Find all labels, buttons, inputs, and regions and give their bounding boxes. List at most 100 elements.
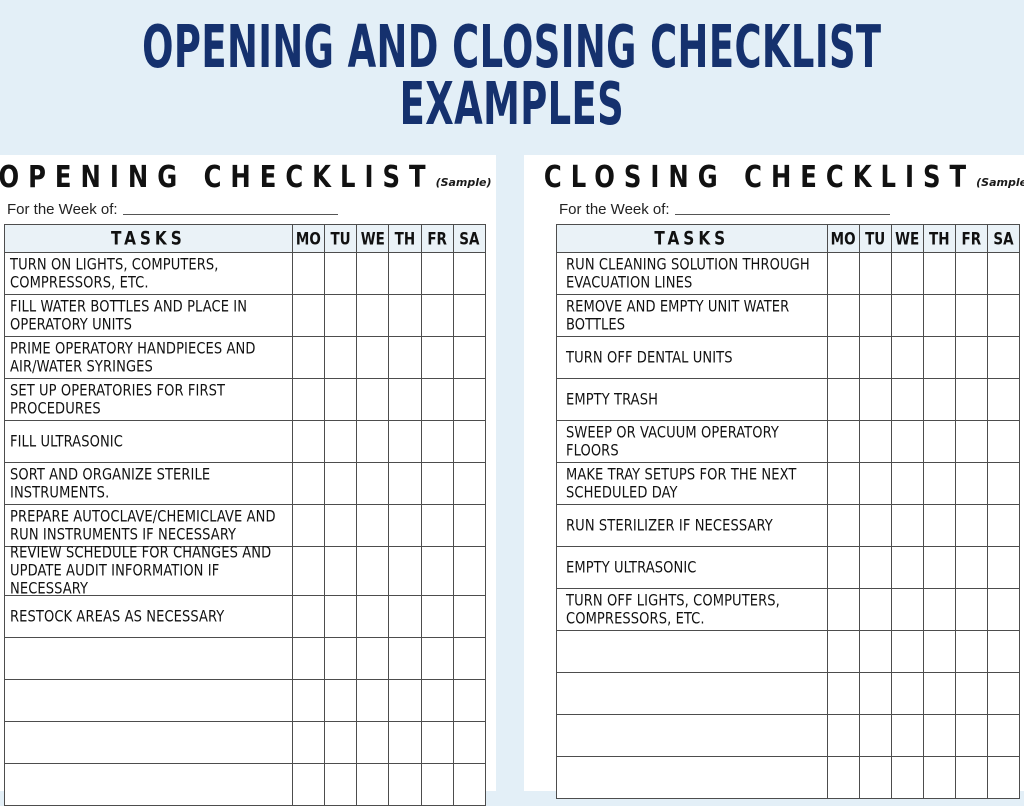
checkbox-cell-sa[interactable] [452, 595, 487, 638]
checkbox-cell-we[interactable] [890, 462, 924, 505]
checkbox-cell-th[interactable] [388, 252, 422, 295]
checkbox-cell-mo[interactable] [826, 294, 860, 337]
checkbox-cell-th[interactable] [922, 378, 956, 421]
checkbox-cell-we[interactable] [356, 336, 390, 379]
checkbox-cell-th[interactable] [922, 336, 956, 379]
checkbox-cell-tu[interactable] [858, 336, 892, 379]
checkbox-cell-tu[interactable] [323, 546, 358, 596]
checkbox-cell-sa[interactable] [986, 378, 1021, 421]
checkbox-cell-tu[interactable] [323, 679, 358, 722]
checkbox-cell-fr[interactable] [954, 588, 988, 631]
checkbox-cell-th[interactable] [922, 546, 956, 589]
checkbox-cell-mo[interactable] [826, 756, 860, 799]
checkbox-cell-mo[interactable] [291, 294, 325, 337]
checkbox-cell-fr[interactable] [420, 504, 454, 547]
checkbox-cell-sa[interactable] [452, 294, 487, 337]
checkbox-cell-we[interactable] [356, 546, 390, 596]
checkbox-cell-sa[interactable] [986, 252, 1021, 295]
checkbox-cell-mo[interactable] [291, 504, 325, 547]
checkbox-cell-th[interactable] [922, 588, 956, 631]
checkbox-cell-tu[interactable] [858, 546, 892, 589]
checkbox-cell-mo[interactable] [291, 378, 325, 421]
checkbox-cell-tu[interactable] [323, 462, 358, 505]
checkbox-cell-we[interactable] [356, 595, 390, 638]
checkbox-cell-th[interactable] [922, 714, 956, 757]
checkbox-cell-fr[interactable] [420, 546, 454, 596]
checkbox-cell-sa[interactable] [986, 672, 1021, 715]
checkbox-cell-fr[interactable] [954, 336, 988, 379]
checkbox-cell-tu[interactable] [323, 637, 358, 680]
checkbox-cell-sa[interactable] [986, 714, 1021, 757]
checkbox-cell-fr[interactable] [420, 595, 454, 638]
checkbox-cell-we[interactable] [356, 252, 390, 295]
checkbox-cell-sa[interactable] [452, 420, 487, 463]
checkbox-cell-mo[interactable] [291, 252, 325, 295]
checkbox-cell-tu[interactable] [858, 714, 892, 757]
checkbox-cell-sa[interactable] [986, 504, 1021, 547]
checkbox-cell-mo[interactable] [291, 336, 325, 379]
checkbox-cell-fr[interactable] [420, 637, 454, 680]
checkbox-cell-we[interactable] [890, 294, 924, 337]
checkbox-cell-we[interactable] [890, 378, 924, 421]
checkbox-cell-tu[interactable] [858, 756, 892, 799]
checkbox-cell-we[interactable] [890, 336, 924, 379]
checkbox-cell-fr[interactable] [954, 630, 988, 673]
checkbox-cell-sa[interactable] [986, 420, 1021, 463]
checkbox-cell-sa[interactable] [986, 756, 1021, 799]
checkbox-cell-tu[interactable] [323, 252, 358, 295]
checkbox-cell-th[interactable] [922, 294, 956, 337]
checkbox-cell-we[interactable] [890, 756, 924, 799]
checkbox-cell-fr[interactable] [420, 462, 454, 505]
checkbox-cell-we[interactable] [890, 252, 924, 295]
checkbox-cell-mo[interactable] [291, 420, 325, 463]
checkbox-cell-th[interactable] [388, 595, 422, 638]
checkbox-cell-we[interactable] [356, 763, 390, 806]
checkbox-cell-th[interactable] [922, 462, 956, 505]
checkbox-cell-th[interactable] [922, 252, 956, 295]
checkbox-cell-sa[interactable] [452, 721, 487, 764]
checkbox-cell-th[interactable] [388, 462, 422, 505]
checkbox-cell-th[interactable] [388, 637, 422, 680]
checkbox-cell-tu[interactable] [323, 378, 358, 421]
checkbox-cell-fr[interactable] [420, 294, 454, 337]
checkbox-cell-tu[interactable] [323, 336, 358, 379]
checkbox-cell-we[interactable] [356, 504, 390, 547]
checkbox-cell-mo[interactable] [826, 462, 860, 505]
checkbox-cell-sa[interactable] [452, 679, 487, 722]
checkbox-cell-tu[interactable] [323, 763, 358, 806]
checkbox-cell-we[interactable] [356, 462, 390, 505]
checkbox-cell-th[interactable] [388, 679, 422, 722]
checkbox-cell-fr[interactable] [954, 378, 988, 421]
checkbox-cell-we[interactable] [356, 420, 390, 463]
checkbox-cell-we[interactable] [890, 588, 924, 631]
checkbox-cell-we[interactable] [890, 420, 924, 463]
checkbox-cell-we[interactable] [890, 546, 924, 589]
checkbox-cell-mo[interactable] [291, 462, 325, 505]
checkbox-cell-tu[interactable] [858, 420, 892, 463]
checkbox-cell-th[interactable] [388, 336, 422, 379]
checkbox-cell-sa[interactable] [452, 378, 487, 421]
checkbox-cell-mo[interactable] [826, 378, 860, 421]
checkbox-cell-sa[interactable] [452, 252, 487, 295]
checkbox-cell-tu[interactable] [323, 420, 358, 463]
checkbox-cell-we[interactable] [356, 637, 390, 680]
opening-week-input-line[interactable] [122, 214, 338, 215]
checkbox-cell-tu[interactable] [858, 630, 892, 673]
checkbox-cell-we[interactable] [890, 504, 924, 547]
checkbox-cell-fr[interactable] [954, 756, 988, 799]
checkbox-cell-mo[interactable] [826, 714, 860, 757]
checkbox-cell-th[interactable] [388, 420, 422, 463]
checkbox-cell-th[interactable] [388, 504, 422, 547]
checkbox-cell-th[interactable] [922, 756, 956, 799]
checkbox-cell-sa[interactable] [986, 294, 1021, 337]
checkbox-cell-mo[interactable] [826, 630, 860, 673]
checkbox-cell-sa[interactable] [986, 336, 1021, 379]
checkbox-cell-sa[interactable] [986, 546, 1021, 589]
checkbox-cell-fr[interactable] [420, 679, 454, 722]
checkbox-cell-tu[interactable] [323, 294, 358, 337]
checkbox-cell-mo[interactable] [826, 588, 860, 631]
checkbox-cell-sa[interactable] [452, 763, 487, 806]
checkbox-cell-mo[interactable] [291, 679, 325, 722]
checkbox-cell-we[interactable] [890, 630, 924, 673]
checkbox-cell-th[interactable] [922, 672, 956, 715]
